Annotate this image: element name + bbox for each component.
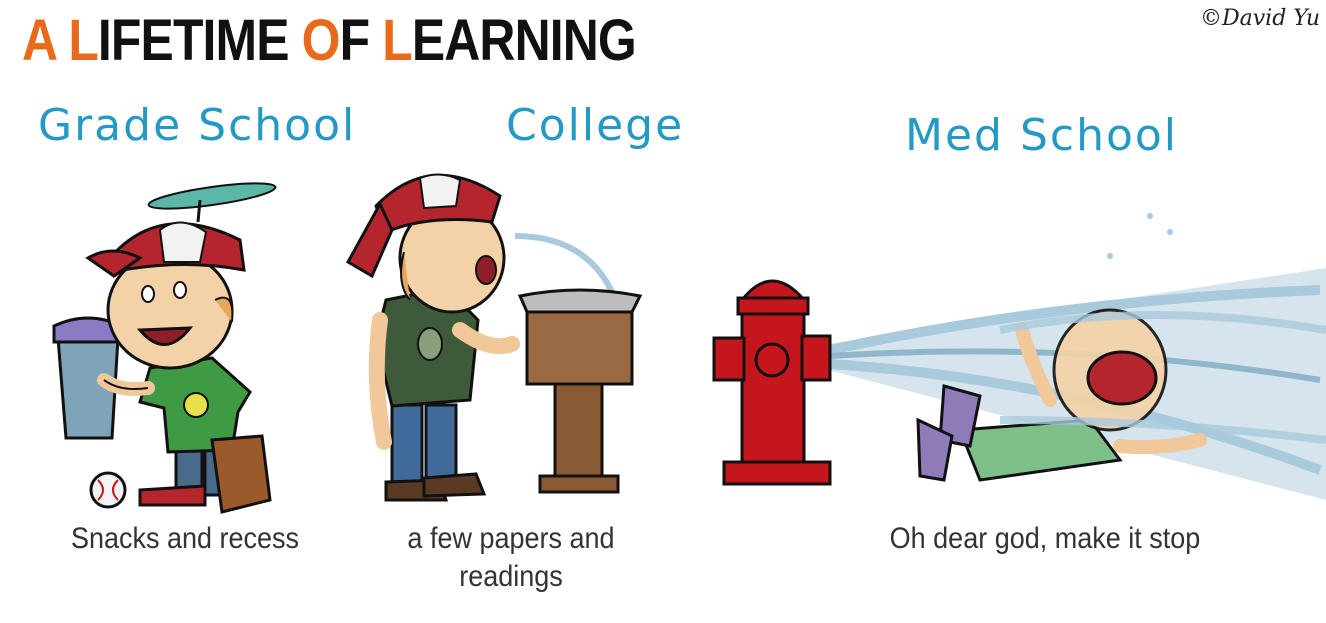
caption-med-school: Oh dear god, make it stop xyxy=(889,522,1201,555)
caption-college-line1: a few papers and xyxy=(407,522,615,555)
caption-college-line2: readings xyxy=(459,559,563,593)
med-school-hydrant-illustration xyxy=(712,213,1326,500)
caption-college: a few papers and readings xyxy=(393,520,629,595)
college-kid-fountain-illustration xyxy=(345,173,643,502)
grade-school-kid-illustration xyxy=(52,182,277,514)
caption-grade-school: Snacks and recess xyxy=(70,522,300,555)
